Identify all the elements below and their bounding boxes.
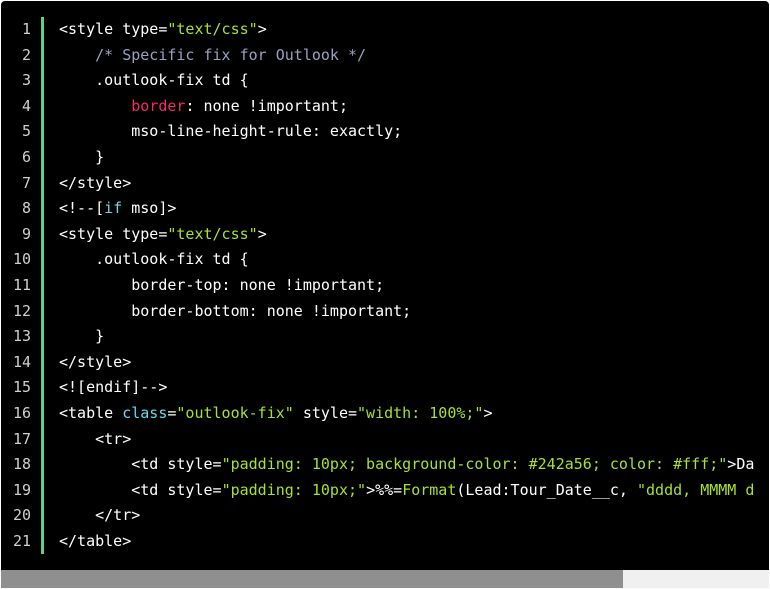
code-line: border-top: none !important; (59, 273, 754, 299)
line-number: 11 (12, 275, 31, 294)
code-token: </tr> (59, 506, 141, 525)
code-token: <![endif]--> (59, 378, 168, 397)
code-token: : none !important; (185, 96, 348, 115)
code-line: </tr> (59, 503, 754, 529)
code-token: > (257, 224, 267, 243)
code-token: border-top: none !important; (59, 275, 385, 294)
line-number: 9 (21, 224, 31, 243)
line-number: 7 (21, 173, 31, 192)
line-number: 10 (12, 250, 31, 269)
code-token: <table (59, 403, 123, 422)
code-line: <td style="padding: 10px; background-col… (59, 452, 754, 478)
code-line: border: none !important; (59, 94, 754, 120)
code-token: > (257, 20, 267, 38)
code-token: border (131, 96, 186, 115)
code-line: .outlook-fix td { (59, 68, 754, 94)
line-number: 21 (12, 531, 31, 550)
code-token: <style type= (59, 224, 168, 243)
line-number: 15 (12, 378, 31, 397)
code-line: } (59, 324, 754, 350)
horizontal-scrollbar[interactable] (1, 570, 769, 588)
scrollbar-thumb[interactable] (1, 570, 623, 588)
code-token: <td style= (59, 455, 222, 474)
gutter-divider (41, 17, 44, 554)
code-line: <![endif]--> (59, 375, 754, 401)
code-line: <td style="padding: 10px;">%%=Format(Lea… (59, 478, 754, 504)
code-token: mso-line-height-rule: exactly; (59, 122, 403, 141)
code-line: <tr> (59, 427, 754, 453)
code-token: if (104, 199, 123, 218)
code-line: </style> (59, 171, 754, 197)
code-token: class (122, 403, 168, 422)
line-number: 17 (12, 429, 31, 448)
code-token: <tr> (59, 429, 132, 448)
line-number-gutter: 1 2 3 4 5 6 7 8 9 10 11 12 13 14 15 16 17 18 19 20 21 (1, 17, 39, 554)
code-token: /* Specific fix for Outlook */ (95, 45, 367, 64)
code-token: </style> (59, 352, 132, 371)
line-number: 19 (12, 480, 31, 499)
code-token: <!--[ (59, 199, 105, 218)
code-line: <table class="outlook-fix" style="width:… (59, 401, 754, 427)
line-number: 3 (21, 71, 31, 90)
code-token: Format (402, 480, 457, 499)
code-token: } (59, 147, 105, 166)
line-number: 6 (21, 147, 31, 166)
code-token: <td style= (59, 480, 222, 499)
line-number: 4 (21, 96, 31, 115)
code-line: border-bottom: none !important; (59, 299, 754, 325)
line-number: 13 (12, 327, 31, 346)
code-token: </style> (59, 173, 132, 192)
code-line: <style type="text/css"> (59, 222, 754, 248)
code-token: border-bottom: none !important; (59, 301, 412, 320)
code-token: </table> (59, 531, 132, 550)
code-line: </table> (59, 529, 754, 555)
code-token: style= (293, 403, 358, 422)
line-number: 1 (21, 20, 31, 38)
code-token: "padding: 10px; background-color: #242a5… (221, 455, 728, 474)
code-token: "outlook-fix" (176, 403, 294, 422)
code-token: "width: 100%;" (357, 403, 484, 422)
code-content[interactable]: <style type="text/css"> /* Specific fix … (59, 17, 754, 554)
line-number: 18 (12, 455, 31, 474)
code-token: .outlook-fix td { (59, 71, 249, 90)
code-token: "dddd, MMMM d (637, 480, 755, 499)
code-line: } (59, 145, 754, 171)
code-line: <!--[if mso]> (59, 196, 754, 222)
line-number: 5 (21, 122, 31, 141)
line-number: 8 (21, 199, 31, 218)
code-token: "text/css" (167, 20, 258, 38)
code-line: /* Specific fix for Outlook */ (59, 43, 754, 69)
code-token: (Lead:Tour_Date__c, (456, 480, 637, 499)
code-line: mso-line-height-rule: exactly; (59, 119, 754, 145)
code-token: >%%= (366, 480, 403, 499)
code-line: .outlook-fix td { (59, 247, 754, 273)
code-line: <style type="text/css"> (59, 17, 754, 43)
code-token: mso]> (122, 199, 177, 218)
code-block: 1 2 3 4 5 6 7 8 9 10 11 12 13 14 15 16 17 18 19 20 21 <style… (1, 1, 769, 570)
code-token: .outlook-fix td { (59, 250, 249, 269)
code-token: "text/css" (167, 224, 258, 243)
code-token: > (483, 403, 493, 422)
code-token: >Da (727, 455, 755, 474)
line-number: 2 (21, 45, 31, 64)
code-token: "padding: 10px;" (221, 480, 367, 499)
line-number: 20 (12, 506, 31, 525)
code-token: <style type= (59, 20, 168, 38)
line-number: 16 (12, 403, 31, 422)
code-token: } (59, 327, 105, 346)
line-number: 14 (12, 352, 31, 371)
code-line: </style> (59, 350, 754, 376)
line-number: 12 (12, 301, 31, 320)
